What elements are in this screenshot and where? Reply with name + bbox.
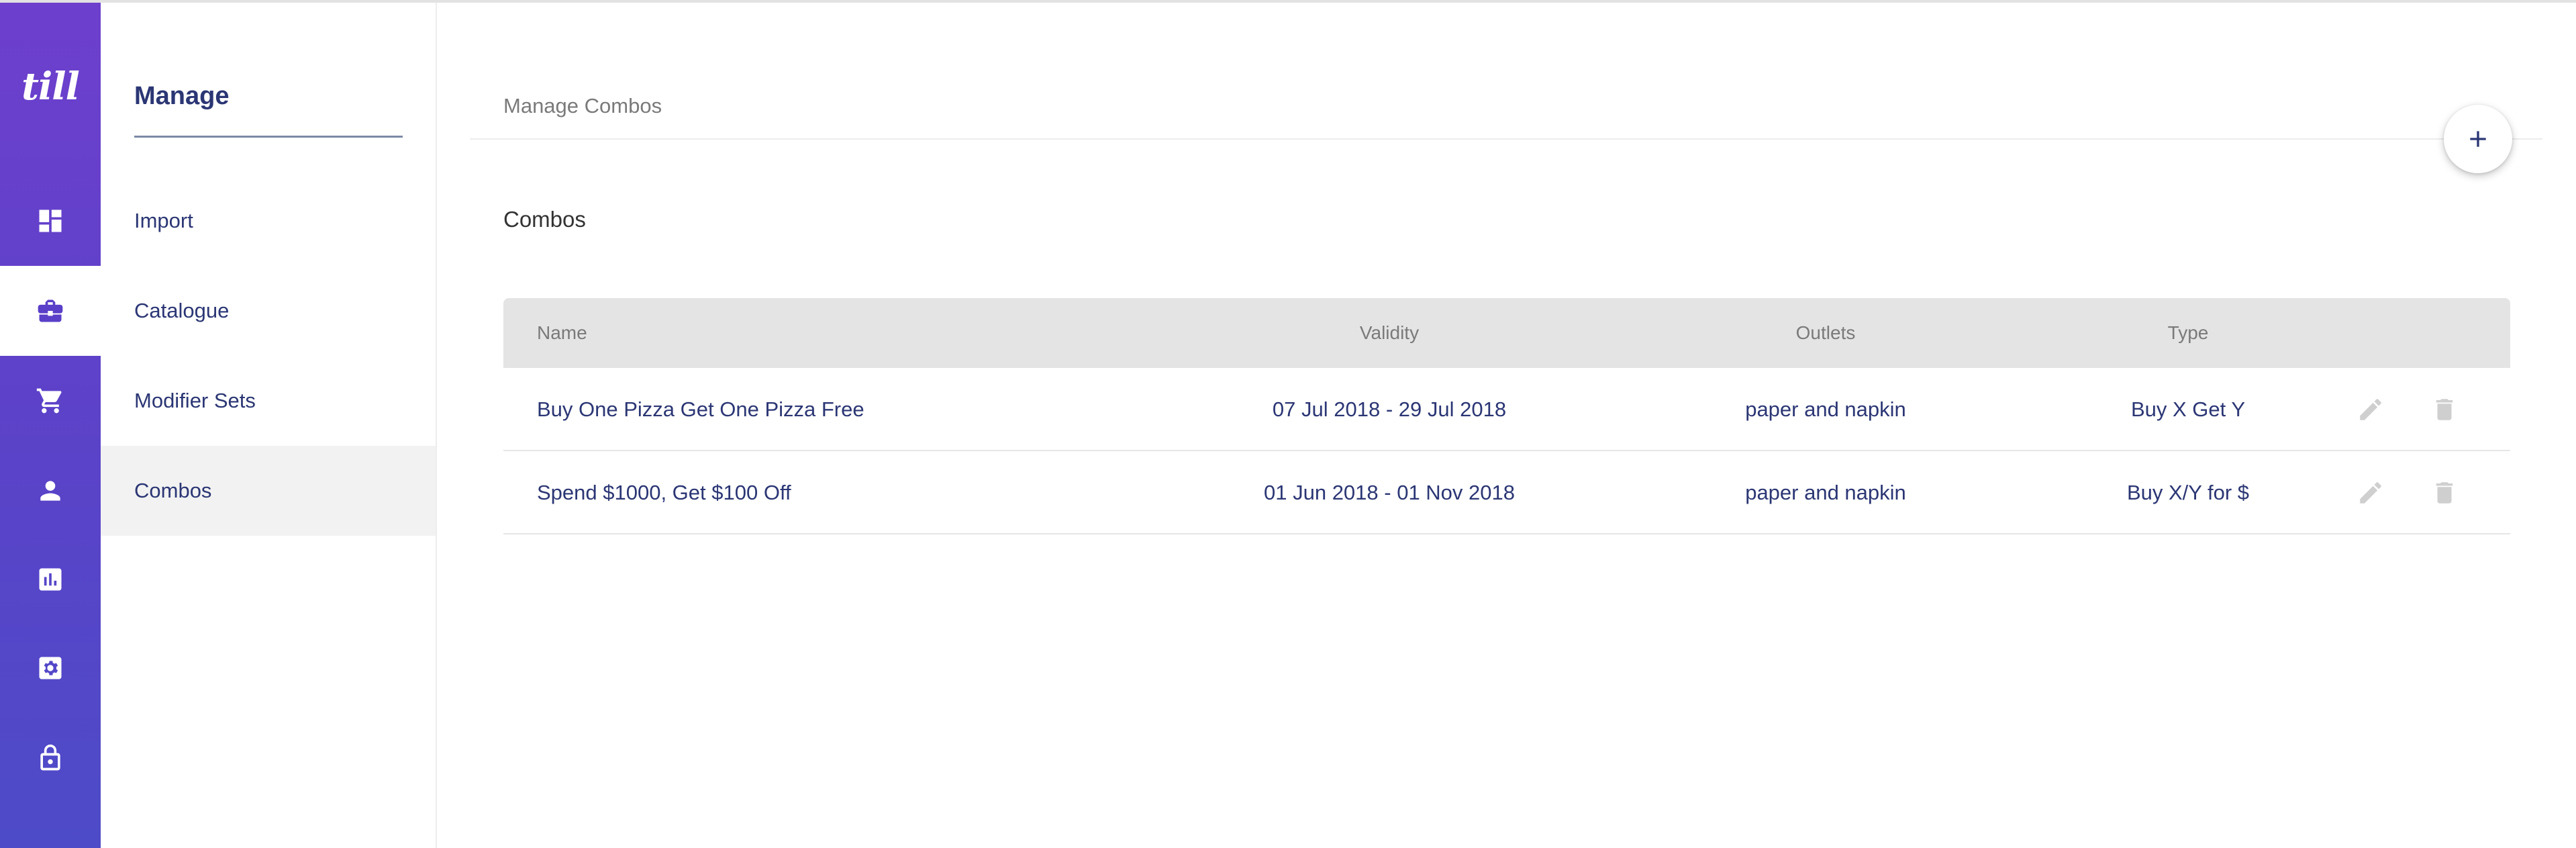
- till-logo[interactable]: till: [0, 64, 101, 109]
- column-header-validity[interactable]: Validity: [1175, 298, 1604, 368]
- manage-sidebar: Manage Import Catalogue Modifier Sets Co…: [101, 3, 437, 848]
- rail-item-reports[interactable]: [0, 534, 101, 624]
- pencil-icon: [2360, 482, 2381, 504]
- table-row[interactable]: Buy One Pizza Get One Pizza Free 07 Jul …: [503, 368, 2510, 451]
- lock-icon: [40, 744, 60, 771]
- combos-table: Name Validity Outlets Type Buy One Pizza…: [503, 298, 2510, 534]
- sidebar-item-modifier-sets[interactable]: Modifier Sets: [101, 356, 436, 446]
- briefcase-icon: [38, 299, 63, 322]
- person-icon: [40, 481, 60, 501]
- edit-button[interactable]: [2350, 451, 2391, 534]
- rail-item-manage[interactable]: [0, 266, 101, 356]
- bar-chart-icon: [39, 568, 62, 591]
- cell-type: Buy X Get Y: [2130, 397, 2245, 421]
- header-divider: [470, 138, 2542, 140]
- cell-validity: 07 Jul 2018 - 29 Jul 2018: [1272, 397, 1507, 421]
- rail-item-customers[interactable]: [0, 446, 101, 536]
- plus-icon: [2470, 131, 2486, 147]
- trash-icon: [2436, 482, 2453, 504]
- section-title: Combos: [503, 207, 586, 232]
- sidebar-title: Manage: [134, 82, 230, 110]
- trash-icon: [2436, 399, 2453, 420]
- table-row[interactable]: Spend $1000, Get $100 Off 01 Jun 2018 - …: [503, 451, 2510, 534]
- cell-name: Buy One Pizza Get One Pizza Free: [537, 397, 864, 421]
- rail-item-settings[interactable]: [0, 623, 101, 713]
- sidebar-title-underline: [134, 136, 403, 138]
- cart-icon: [36, 388, 62, 414]
- main-content: Manage Combos Combos Name Validity Outle…: [438, 3, 2576, 848]
- cell-outlets: paper and napkin: [1745, 481, 1906, 504]
- rail-item-sales[interactable]: [0, 356, 101, 446]
- delete-button[interactable]: [2424, 368, 2465, 451]
- dashboard-icon: [39, 209, 62, 232]
- rail-item-security[interactable]: [0, 713, 101, 803]
- column-header-type[interactable]: Type: [1987, 298, 2389, 368]
- page-breadcrumb: Manage Combos: [503, 94, 662, 117]
- cell-validity: 01 Jun 2018 - 01 Nov 2018: [1264, 481, 1515, 504]
- cell-outlets: paper and napkin: [1745, 397, 1906, 421]
- icon-rail: till: [0, 3, 101, 848]
- pencil-icon: [2360, 399, 2381, 420]
- delete-button[interactable]: [2424, 451, 2465, 534]
- sidebar-item-combos[interactable]: Combos: [101, 446, 436, 536]
- settings-icon: [39, 657, 62, 679]
- cell-type: Buy X/Y for $: [2126, 481, 2250, 504]
- table-header: Name Validity Outlets Type: [503, 298, 2510, 368]
- cell-name: Spend $1000, Get $100 Off: [537, 481, 791, 504]
- sidebar-item-import[interactable]: Import: [101, 176, 436, 266]
- column-header-outlets[interactable]: Outlets: [1624, 298, 2027, 368]
- sidebar-item-catalogue[interactable]: Catalogue: [101, 266, 436, 356]
- rail-item-dashboard[interactable]: [0, 176, 101, 266]
- add-combo-button[interactable]: [2444, 105, 2512, 173]
- column-header-name[interactable]: Name: [537, 298, 587, 368]
- edit-button[interactable]: [2350, 368, 2391, 451]
